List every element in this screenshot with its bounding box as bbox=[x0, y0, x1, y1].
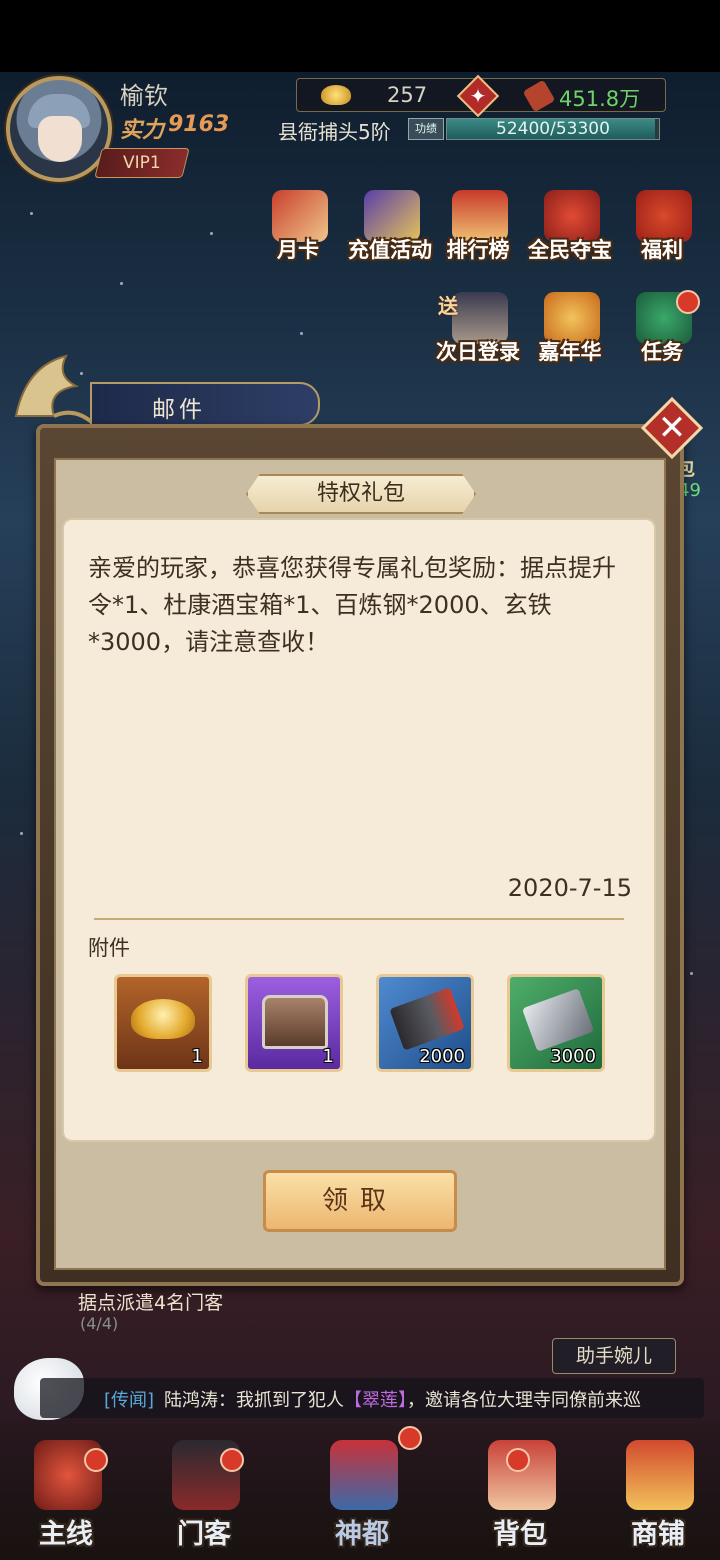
news-prefix: 陆鸿涛：我抓到了犯人 bbox=[164, 1390, 344, 1411]
plus-icon: ✦ bbox=[469, 84, 487, 108]
player-name: 榆钦 bbox=[120, 82, 168, 110]
attachment-item[interactable]: 1 bbox=[114, 974, 212, 1072]
attachment-item[interactable]: 2000 bbox=[376, 974, 474, 1072]
steel-icon bbox=[389, 987, 465, 1051]
notification-dot bbox=[506, 1448, 530, 1472]
vip-badge[interactable]: VIP1 bbox=[94, 148, 190, 178]
activity-carnival[interactable]: 嘉年华 bbox=[524, 292, 616, 382]
mail-date: 2020-7-15 bbox=[507, 874, 632, 902]
news-suffix: ，邀请各位大理寺同僚前来巡 bbox=[407, 1390, 641, 1411]
notification-dot bbox=[398, 1426, 422, 1450]
nav-label: 门客 bbox=[177, 1519, 231, 1550]
news-tag: [传闻] bbox=[104, 1390, 155, 1411]
close-button[interactable]: ✕ bbox=[640, 396, 704, 460]
capital-icon bbox=[330, 1440, 398, 1510]
iron-icon bbox=[521, 988, 595, 1052]
activity-next-day-login[interactable]: 送 次日登录 bbox=[432, 292, 524, 382]
nav-label: 商铺 bbox=[631, 1519, 685, 1550]
nav-backpack[interactable]: 背包 bbox=[458, 1420, 582, 1560]
nav-label: 神都 bbox=[335, 1519, 389, 1550]
player-info-bar: 榆钦 实力 9163 VIP1 257 ✦ 451.8万 县衙捕头5阶 功绩 5… bbox=[0, 72, 720, 192]
treasure-chest-icon bbox=[262, 995, 328, 1049]
news-ticker[interactable]: [传闻] 陆鸿涛：我抓到了犯人【翠莲】，邀请各位大理寺同僚前来巡 bbox=[40, 1378, 704, 1418]
currency-bar: 257 ✦ 451.8万 bbox=[296, 74, 666, 118]
star-decoration bbox=[120, 282, 123, 285]
power-label: 实力 bbox=[120, 118, 165, 143]
rank-title: 县衙捕头5阶 bbox=[278, 120, 391, 144]
activity-welfare[interactable]: 福利 bbox=[616, 190, 708, 280]
star-decoration bbox=[20, 832, 23, 835]
notification-dot bbox=[220, 1448, 244, 1472]
activity-label: 福利 bbox=[641, 238, 683, 262]
bottom-nav: 主线 门客 神都 背包 商铺 bbox=[0, 1420, 720, 1560]
shop-icon bbox=[626, 1440, 694, 1510]
activity-treasure[interactable]: 全民夺宝 bbox=[524, 190, 616, 280]
merit-progress-bar: 52400/53300 bbox=[446, 118, 660, 140]
news-name: 【翠莲】 bbox=[344, 1390, 407, 1411]
news-text: 陆鸿涛：我抓到了犯人【翠莲】，邀请各位大理寺同僚前来巡 bbox=[164, 1386, 641, 1412]
activity-label: 任务 bbox=[641, 340, 683, 364]
mail-tab[interactable]: 邮件 bbox=[90, 382, 320, 426]
assistant-button[interactable]: 助手婉儿 bbox=[552, 1338, 676, 1374]
gold-ingot-icon bbox=[131, 999, 195, 1039]
nav-shop[interactable]: 商铺 bbox=[596, 1420, 720, 1560]
notification-dot bbox=[84, 1448, 108, 1472]
activity-ranking[interactable]: 排行榜 bbox=[432, 190, 524, 280]
merit-label: 功绩 bbox=[408, 118, 444, 140]
item-quantity: 3000 bbox=[550, 1046, 596, 1067]
merit-progress-text: 52400/53300 bbox=[496, 119, 610, 139]
add-currency-button[interactable]: ✦ bbox=[456, 74, 500, 118]
mail-tab-label: 邮件 bbox=[152, 397, 206, 423]
star-decoration bbox=[210, 232, 213, 235]
star-decoration bbox=[300, 332, 303, 335]
divider bbox=[94, 918, 624, 920]
claim-button[interactable]: 领取 bbox=[263, 1170, 457, 1232]
mail-message: 亲爱的玩家，恭喜您获得专属礼包奖励：据点提升令*1、杜康酒宝箱*1、百炼钢*20… bbox=[88, 554, 616, 656]
money-value: 451.8万 bbox=[559, 87, 641, 111]
star-decoration bbox=[690, 972, 693, 975]
gift-badge: 送 bbox=[438, 294, 458, 318]
notification-dot bbox=[676, 290, 700, 314]
mail-content: 亲爱的玩家，恭喜您获得专属礼包奖励：据点提升令*1、杜康酒宝箱*1、百炼钢*20… bbox=[64, 520, 654, 1140]
item-quantity: 2000 bbox=[419, 1046, 465, 1067]
task-hint[interactable]: 据点派遣4名门客 bbox=[78, 1288, 223, 1315]
activity-month-card[interactable]: 月卡 bbox=[252, 190, 344, 280]
ingot-count: 257 bbox=[387, 83, 428, 107]
nav-label: 主线 bbox=[39, 1519, 93, 1550]
mail-title: 特权礼包 bbox=[246, 474, 476, 514]
task-progress: (4/4) bbox=[80, 1314, 119, 1333]
vip-label: VIP1 bbox=[123, 153, 161, 173]
attachments-label: 附件 bbox=[88, 936, 130, 960]
star-decoration bbox=[30, 212, 33, 215]
nav-retainers[interactable]: 门客 bbox=[142, 1420, 266, 1560]
nav-label: 背包 bbox=[493, 1519, 547, 1550]
banknote-icon bbox=[522, 79, 556, 113]
attachment-item[interactable]: 3000 bbox=[507, 974, 605, 1072]
power-value: 9163 bbox=[168, 112, 230, 137]
item-quantity: 1 bbox=[191, 1046, 203, 1067]
nav-main-quest[interactable]: 主线 bbox=[4, 1420, 128, 1560]
attachment-item[interactable]: 1 bbox=[245, 974, 343, 1072]
item-quantity: 1 bbox=[322, 1046, 334, 1067]
ingot-icon bbox=[321, 85, 351, 105]
close-icon: ✕ bbox=[657, 408, 687, 448]
